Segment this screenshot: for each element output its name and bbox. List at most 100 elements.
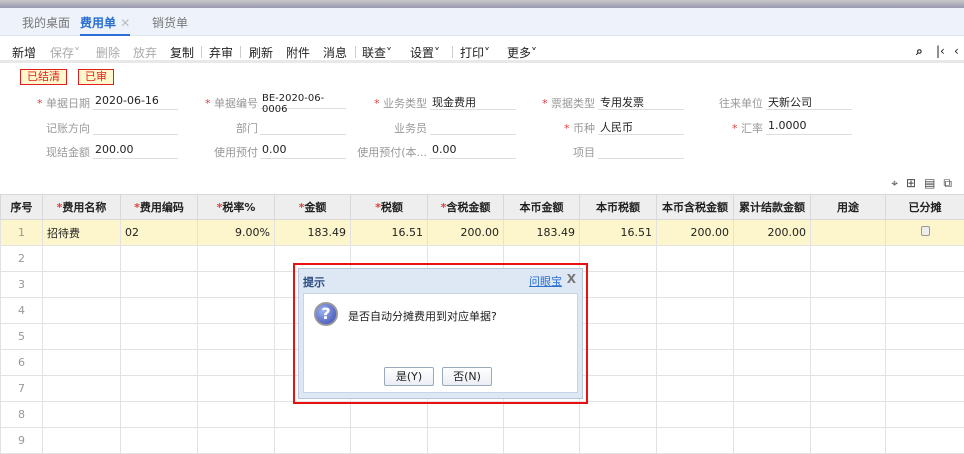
direction-field[interactable]: [93, 119, 178, 135]
table-cell[interactable]: 4: [1, 298, 43, 324]
date-field[interactable]: 2020-06-16: [93, 94, 178, 110]
column-header[interactable]: 本币金额: [504, 195, 580, 220]
no-button[interactable]: 否(N): [442, 367, 492, 386]
table-cell[interactable]: 200.00: [428, 220, 504, 246]
table-cell[interactable]: 3: [1, 272, 43, 298]
table-cell[interactable]: [657, 402, 734, 428]
table-cell[interactable]: [657, 272, 734, 298]
table-cell[interactable]: [43, 272, 121, 298]
table-cell[interactable]: [580, 298, 657, 324]
table-cell[interactable]: [43, 324, 121, 350]
table-cell[interactable]: 6: [1, 350, 43, 376]
save-button[interactable]: 保存˅: [50, 44, 80, 61]
table-cell[interactable]: [198, 402, 275, 428]
close-icon[interactable]: ✕: [120, 16, 130, 30]
table-cell[interactable]: [121, 428, 198, 454]
table-cell[interactable]: [198, 272, 275, 298]
table-cell[interactable]: [657, 428, 734, 454]
help-link[interactable]: 问眼宝: [529, 273, 562, 289]
cash-field[interactable]: 200.00: [93, 143, 178, 159]
table-cell[interactable]: [43, 376, 121, 402]
column-header[interactable]: 序号: [1, 195, 43, 220]
table-cell[interactable]: [428, 402, 504, 428]
table-cell[interactable]: [580, 428, 657, 454]
table-cell[interactable]: 9.00%: [198, 220, 275, 246]
table-cell[interactable]: [198, 428, 275, 454]
table-cell[interactable]: [198, 246, 275, 272]
currency-field[interactable]: 人民币: [598, 119, 684, 135]
table-cell[interactable]: [198, 376, 275, 402]
table-cell[interactable]: [811, 220, 886, 246]
table-cell[interactable]: [734, 324, 811, 350]
table-cell[interactable]: [275, 428, 351, 454]
copy-row-icon[interactable]: ⧉: [943, 176, 960, 190]
table-cell[interactable]: [580, 402, 657, 428]
paste-icon[interactable]: ▤: [924, 176, 943, 190]
table-cell[interactable]: [580, 246, 657, 272]
attachment-button[interactable]: 附件: [286, 44, 310, 61]
table-cell[interactable]: [657, 246, 734, 272]
table-cell[interactable]: 16.51: [351, 220, 428, 246]
table-cell[interactable]: [504, 402, 580, 428]
column-header[interactable]: 已分摊: [886, 195, 964, 220]
unapprove-button[interactable]: 弃审: [209, 44, 233, 61]
column-header[interactable]: *税率%: [198, 195, 275, 220]
table-cell[interactable]: [121, 298, 198, 324]
prepay-field[interactable]: 0.00: [260, 143, 346, 159]
table-cell[interactable]: 9: [1, 428, 43, 454]
rate-field[interactable]: 1.0000: [766, 119, 852, 135]
close-icon[interactable]: X: [567, 272, 576, 286]
table-cell[interactable]: [580, 324, 657, 350]
table-cell[interactable]: [734, 350, 811, 376]
table-cell[interactable]: [351, 402, 428, 428]
table-cell[interactable]: [121, 272, 198, 298]
new-button[interactable]: 新增: [12, 44, 36, 61]
table-cell[interactable]: 02: [121, 220, 198, 246]
table-cell[interactable]: [198, 324, 275, 350]
copy-button[interactable]: 复制: [170, 44, 194, 61]
table-cell[interactable]: [811, 428, 886, 454]
table-cell[interactable]: [734, 402, 811, 428]
table-cell[interactable]: 5: [1, 324, 43, 350]
locate-icon[interactable]: ⌖: [891, 176, 906, 190]
prepay-local-field[interactable]: 0.00: [430, 143, 516, 159]
column-header[interactable]: 用途: [811, 195, 886, 220]
delete-button[interactable]: 删除: [96, 44, 120, 61]
table-cell[interactable]: [886, 376, 964, 402]
table-cell[interactable]: [811, 246, 886, 272]
message-button[interactable]: 消息: [323, 44, 347, 61]
refresh-button[interactable]: 刷新: [249, 44, 273, 61]
column-header[interactable]: *费用编码: [121, 195, 198, 220]
table-cell[interactable]: [886, 272, 964, 298]
table-cell[interactable]: [504, 428, 580, 454]
biztype-field[interactable]: 现金费用: [430, 94, 516, 110]
table-cell[interactable]: [428, 428, 504, 454]
table-cell[interactable]: [275, 402, 351, 428]
table-cell[interactable]: [657, 298, 734, 324]
table-cell[interactable]: [811, 402, 886, 428]
column-header[interactable]: 本币含税金额: [657, 195, 734, 220]
column-header[interactable]: *金额: [275, 195, 351, 220]
table-cell[interactable]: [198, 350, 275, 376]
table-cell[interactable]: [734, 246, 811, 272]
table-cell[interactable]: [886, 324, 964, 350]
table-row[interactable]: 1招待费029.00%183.4916.51200.00183.4916.512…: [1, 220, 964, 246]
add-row-icon[interactable]: ⊞: [906, 176, 924, 190]
prev-record-icon[interactable]: ‹: [954, 44, 959, 58]
table-cell[interactable]: [811, 298, 886, 324]
partner-field[interactable]: 天新公司: [766, 94, 852, 110]
table-cell[interactable]: [43, 246, 121, 272]
table-cell[interactable]: [351, 428, 428, 454]
table-cell[interactable]: [734, 428, 811, 454]
table-cell[interactable]: [886, 246, 964, 272]
column-header[interactable]: *税额: [351, 195, 428, 220]
search-doc-icon[interactable]: ⌕: [916, 44, 923, 59]
first-record-icon[interactable]: |‹: [936, 44, 945, 58]
table-cell[interactable]: 1: [1, 220, 43, 246]
table-cell[interactable]: 8: [1, 402, 43, 428]
table-cell[interactable]: [811, 272, 886, 298]
print-button[interactable]: 打印˅: [460, 44, 490, 61]
tab-expense[interactable]: 费用单 ✕: [80, 14, 130, 36]
table-cell[interactable]: [657, 350, 734, 376]
yes-button[interactable]: 是(Y): [384, 367, 434, 386]
